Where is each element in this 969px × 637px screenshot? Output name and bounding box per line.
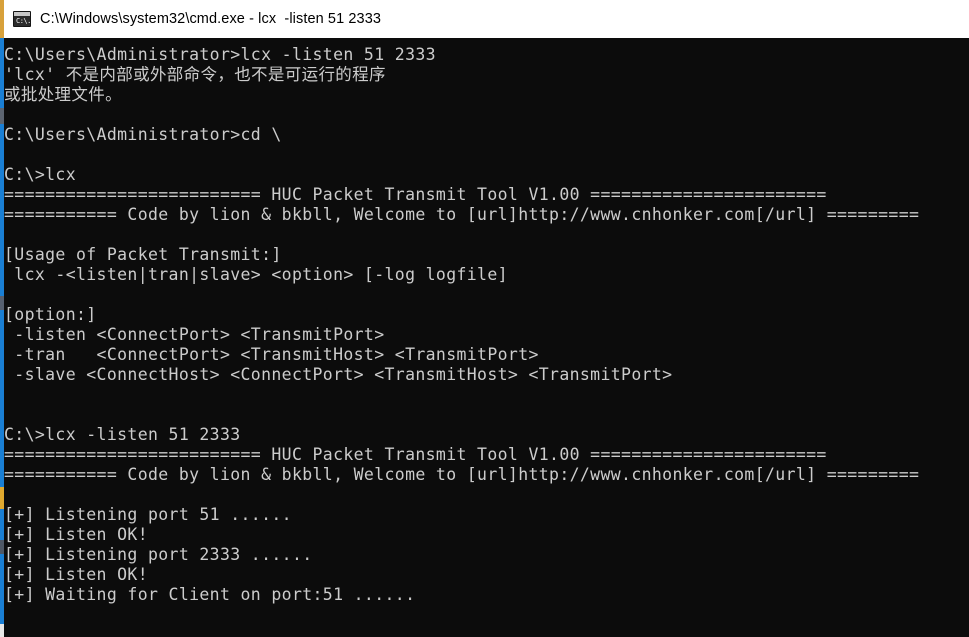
console-line: 或批处理文件。 (4, 85, 122, 104)
console-line: [+] Listening port 51 ...... (4, 505, 292, 524)
console-line: C:\Users\Administrator>lcx -listen 51 23… (4, 45, 436, 64)
console-line: [+] Listen OK! (4, 525, 148, 544)
console-output-area[interactable]: C:\Users\Administrator>lcx -listen 51 23… (4, 38, 969, 637)
console-line: [+] Listening port 2333 ...... (4, 545, 313, 564)
console-line: lcx -<listen|tran|slave> <option> [-log … (4, 265, 508, 284)
cmd-icon-titlestripe (14, 12, 30, 16)
console-line: C:\Users\Administrator>cd \ (4, 125, 282, 144)
window-title: C:\Windows\system32\cmd.exe - lcx -liste… (40, 11, 382, 27)
cmd-console-icon: C:\. (13, 11, 31, 27)
cmd-window: C:\. C:\Windows\system32\cmd.exe - lcx -… (0, 0, 969, 637)
console-line: -listen <ConnectPort> <TransmitPort> (4, 325, 385, 344)
console-line: ========================= HUC Packet Tra… (4, 185, 827, 204)
console-line: [option:] (4, 305, 97, 324)
console-line: 'lcx' 不是内部或外部命令，也不是可运行的程序 (4, 65, 386, 84)
console-line: [+] Waiting for Client on port:51 ...... (4, 585, 416, 604)
window-titlebar[interactable]: C:\. C:\Windows\system32\cmd.exe - lcx -… (4, 0, 969, 38)
console-line: -tran <ConnectPort> <TransmitHost> <Tran… (4, 345, 539, 364)
console-line: =========== Code by lion & bkbll, Welcom… (4, 205, 920, 224)
console-line: C:\>lcx (4, 165, 76, 184)
cmd-icon-prompt-glyph: C:\. (16, 17, 31, 25)
console-line: ========================= HUC Packet Tra… (4, 445, 827, 464)
console-line: -slave <ConnectHost> <ConnectPort> <Tran… (4, 365, 673, 384)
console-line: [+] Listen OK! (4, 565, 148, 584)
console-line: [Usage of Packet Transmit:] (4, 245, 282, 264)
console-line: =========== Code by lion & bkbll, Welcom… (4, 465, 920, 484)
console-text-buffer: C:\Users\Administrator>lcx -listen 51 23… (4, 45, 919, 605)
console-line: C:\>lcx -listen 51 2333 (4, 425, 241, 444)
